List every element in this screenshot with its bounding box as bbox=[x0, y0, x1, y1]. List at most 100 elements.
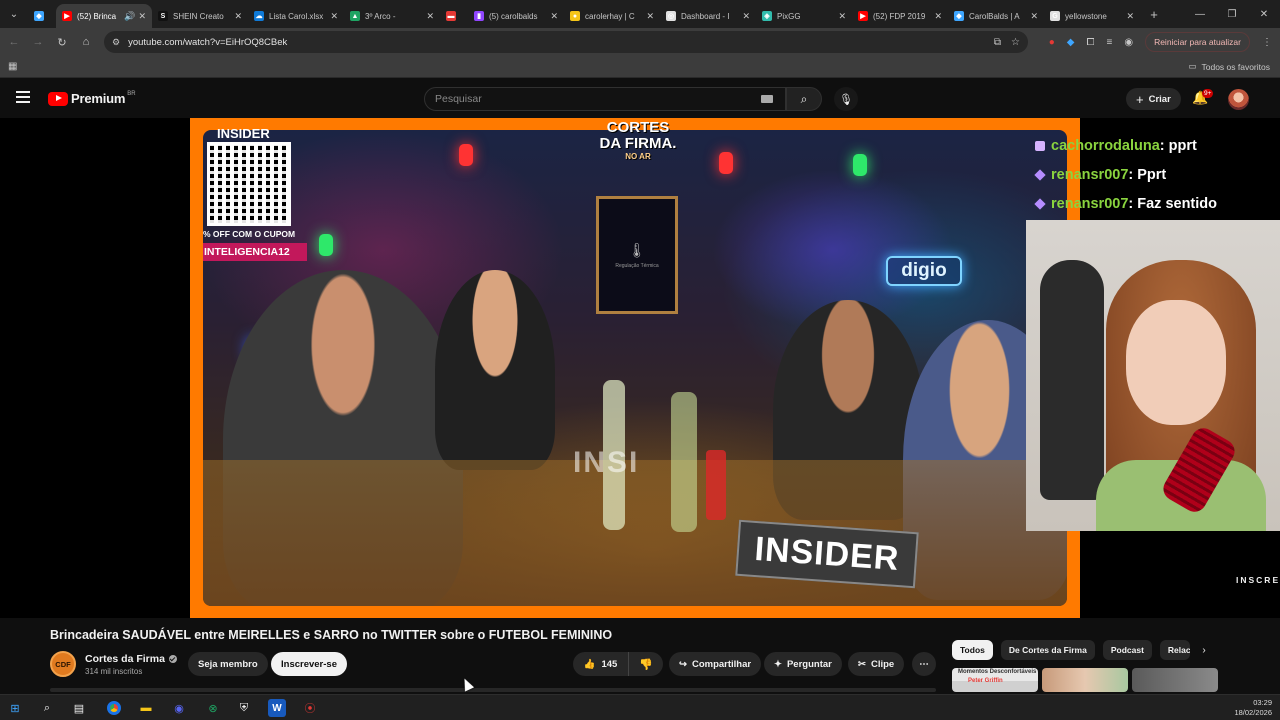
subscribe-button[interactable]: Inscrever-se bbox=[271, 652, 347, 676]
browser-toolbar: ← → ↻ ⌂ ⚙ youtube.com/watch?v=EiHrOQ8CBe… bbox=[0, 28, 1280, 56]
browser-tab[interactable]: ▮ (5) carolbalds ✕ bbox=[468, 4, 564, 28]
subscribe-watermark[interactable]: INSCREVER bbox=[1236, 575, 1280, 585]
chevron-right-icon[interactable]: › bbox=[1196, 642, 1212, 658]
more-actions-button[interactable]: ⋯ bbox=[912, 652, 936, 676]
filter-chip[interactable]: Todos bbox=[952, 640, 993, 660]
media-controls-icon[interactable]: ≡ bbox=[1106, 37, 1112, 48]
extensions-puzzle-icon[interactable]: ⧠ bbox=[1086, 37, 1094, 48]
browser-tab[interactable]: ◆ CarolBalds | A ✕ bbox=[948, 4, 1044, 28]
tab-close-icon[interactable]: ✕ bbox=[330, 11, 338, 22]
browser-tab[interactable]: ▲ 3º Arco - ✕ bbox=[344, 4, 440, 28]
channel-name[interactable]: Cortes da Firma bbox=[85, 653, 177, 665]
clip-button[interactable]: ✂ Clipe bbox=[848, 652, 905, 676]
system-clock[interactable]: 03:29 18/02/2026 bbox=[1234, 698, 1272, 718]
tab-favicon-icon: ◆ bbox=[954, 11, 964, 21]
extension-record-icon[interactable]: ● bbox=[1049, 37, 1055, 48]
apps-grid-icon[interactable]: ▦ bbox=[8, 61, 17, 72]
windows-start-icon[interactable]: ⊞ bbox=[6, 699, 24, 717]
dislike-button[interactable]: 👎 bbox=[629, 652, 663, 676]
tab-close-icon[interactable]: ✕ bbox=[426, 11, 434, 22]
browser-tab[interactable]: ◆ bbox=[28, 4, 56, 28]
chat-text: : Pprt bbox=[1128, 166, 1167, 183]
tab-favicon-icon: ◈ bbox=[762, 11, 772, 21]
extension-gem-icon[interactable]: ◆ bbox=[1067, 37, 1075, 48]
profile-icon[interactable]: ◉ bbox=[1124, 37, 1133, 48]
bookmark-star-icon[interactable]: ☆ bbox=[1011, 37, 1020, 48]
chrome-icon[interactable] bbox=[105, 699, 123, 717]
new-tab-button[interactable]: + bbox=[1142, 2, 1166, 26]
search-icon[interactable]: ⌕ bbox=[38, 699, 56, 717]
home-icon[interactable]: ⌂ bbox=[74, 30, 98, 54]
xbox-icon[interactable]: ⊗ bbox=[204, 699, 222, 717]
close-window-icon[interactable]: ✕ bbox=[1248, 0, 1280, 28]
related-video-thumbnail[interactable] bbox=[1132, 668, 1218, 692]
account-avatar[interactable] bbox=[1228, 89, 1249, 110]
guide-menu-icon[interactable] bbox=[16, 91, 30, 105]
keyboard-icon[interactable] bbox=[761, 95, 773, 103]
restore-icon[interactable]: ❐ bbox=[1216, 0, 1248, 28]
tab-close-icon[interactable]: ✕ bbox=[742, 11, 750, 22]
join-button[interactable]: Seja membro bbox=[188, 652, 268, 676]
address-bar[interactable]: ⚙ youtube.com/watch?v=EiHrOQ8CBek ⧉ ☆ bbox=[104, 31, 1028, 53]
tab-favicon-icon: ◎ bbox=[666, 11, 676, 21]
tab-title: SHEIN Creato bbox=[173, 11, 224, 21]
task-view-icon[interactable]: ▤ bbox=[70, 699, 88, 717]
search-button[interactable]: ⌕ bbox=[786, 87, 822, 111]
tab-close-icon[interactable]: ✕ bbox=[934, 11, 942, 22]
tab-close-icon[interactable]: ✕ bbox=[138, 11, 146, 22]
scissors-icon: ✂ bbox=[858, 658, 866, 670]
youtube-logo[interactable]: Premium BR bbox=[48, 91, 136, 106]
video-player[interactable]: 🌡 Regulação Térmica INSI INSIDER % OFF C… bbox=[0, 118, 1280, 618]
security-shield-icon[interactable]: ⛨ bbox=[235, 699, 253, 717]
tab-close-icon[interactable]: ✕ bbox=[1030, 11, 1038, 22]
reload-icon[interactable]: ↻ bbox=[50, 30, 74, 54]
forward-icon[interactable]: → bbox=[26, 30, 50, 54]
search-input[interactable]: Pesquisar bbox=[424, 87, 786, 111]
share-button[interactable]: ↪ Compartilhar bbox=[669, 652, 762, 676]
related-video-thumbnail[interactable] bbox=[1042, 668, 1128, 692]
tab-title: carolerhay | C bbox=[585, 11, 635, 21]
word-icon[interactable]: W bbox=[268, 699, 286, 717]
minimize-icon[interactable]: — bbox=[1184, 0, 1216, 28]
tab-title: yellowstone bbox=[1065, 11, 1107, 21]
tab-search-icon[interactable]: ⌄ bbox=[0, 0, 28, 28]
create-button[interactable]: + Criar bbox=[1126, 88, 1181, 110]
youtube-masthead: Premium BR Pesquisar ⌕ 🎙 + Criar 🔔 9+ bbox=[0, 80, 1280, 118]
promo-qr-code: INSIDER % OFF COM O CUPOM INTELIGENCIA12 bbox=[203, 126, 307, 266]
related-video-thumbnail[interactable]: Momentos Desconfortáveis Peter Griffin bbox=[952, 668, 1038, 692]
tab-audio-icon[interactable]: 🔊 bbox=[124, 11, 135, 22]
channel-avatar[interactable]: CDF bbox=[50, 651, 76, 677]
folder-icon: ▭ bbox=[1188, 61, 1197, 71]
browser-tab[interactable]: ▬ bbox=[440, 4, 468, 28]
browser-tab[interactable]: ● carolerhay | C ✕ bbox=[564, 4, 660, 28]
site-info-icon[interactable]: ⚙ bbox=[112, 37, 120, 48]
tab-close-icon[interactable]: ✕ bbox=[550, 11, 558, 22]
browser-menu-icon[interactable]: ⋮ bbox=[1262, 37, 1272, 48]
discord-icon[interactable]: ◉ bbox=[170, 699, 188, 717]
filter-chip[interactable]: Podcast bbox=[1102, 640, 1152, 660]
restart-to-update-button[interactable]: Reiniciar para atualizar bbox=[1145, 32, 1250, 52]
back-icon[interactable]: ← bbox=[2, 30, 26, 54]
tab-close-icon[interactable]: ✕ bbox=[234, 11, 242, 22]
browser-tab[interactable]: ◈ PixGG ✕ bbox=[756, 4, 852, 28]
tab-close-icon[interactable]: ✕ bbox=[838, 11, 846, 22]
all-bookmarks-folder[interactable]: ▭ Todos os favoritos bbox=[1188, 61, 1270, 72]
browser-tab[interactable]: ☁ Lista Carol.xlsx ✕ bbox=[248, 4, 344, 28]
filter-chip[interactable]: De Cortes da Firma bbox=[1000, 640, 1095, 660]
filter-chip[interactable]: Relacionados bbox=[1159, 640, 1190, 660]
install-app-icon[interactable]: ⧉ bbox=[994, 37, 1001, 48]
like-button[interactable]: 👍 145 bbox=[573, 652, 629, 676]
tab-close-icon[interactable]: ✕ bbox=[646, 11, 654, 22]
voice-search-button[interactable]: 🎙 bbox=[834, 87, 858, 111]
file-explorer-icon[interactable]: ▬ bbox=[137, 699, 155, 717]
url-text: youtube.com/watch?v=EiHrOQ8CBek bbox=[128, 36, 288, 48]
browser-tab[interactable]: ▶ (52) Brinca 🔊 ✕ bbox=[56, 4, 152, 28]
browser-tab[interactable]: Gyellowstone ✕ bbox=[1044, 4, 1140, 28]
recording-app-icon[interactable]: ⦿ bbox=[301, 699, 319, 717]
tab-close-icon[interactable]: ✕ bbox=[1126, 11, 1134, 22]
browser-tab[interactable]: ◎ Dashboard - I ✕ bbox=[660, 4, 756, 28]
browser-tab[interactable]: ▶ (52) FDP 2019 ✕ bbox=[852, 4, 948, 28]
ask-button[interactable]: ✦ Perguntar bbox=[764, 652, 842, 676]
window-controls: — ❐ ✕ bbox=[1184, 0, 1280, 28]
browser-tab[interactable]: S SHEIN Creato ✕ bbox=[152, 4, 248, 28]
